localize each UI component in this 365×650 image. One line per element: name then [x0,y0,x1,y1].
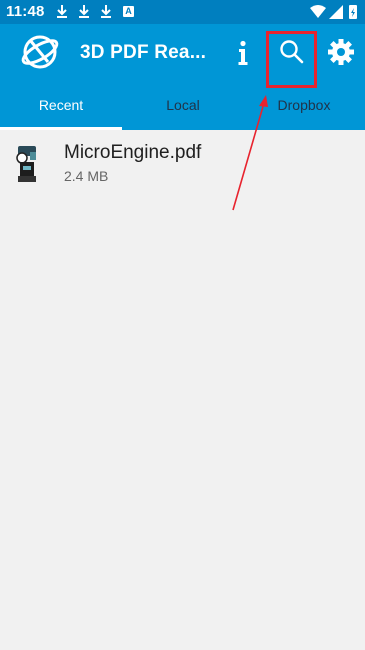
gear-icon[interactable] [327,38,355,66]
info-icon[interactable] [232,40,254,66]
tab-recent[interactable]: Recent [0,82,122,130]
tab-bar: Recent Local Dropbox [0,82,365,130]
signal-icon [329,5,343,19]
wifi-icon [310,5,326,18]
file-thumbnail-icon [16,146,36,182]
file-list-item[interactable]: MicroEngine.pdf 2.4 MB [0,136,365,192]
tab-label: Recent [38,97,84,113]
tab-label: Dropbox [277,97,331,113]
download-icon [57,5,67,18]
status-time: 11:48 [6,3,45,20]
file-name: MicroEngine.pdf [64,142,202,163]
annotation-highlight-box [266,31,317,88]
app-logo-icon [21,35,59,69]
app-title: 3D PDF Rea... [80,42,207,63]
system-status-icons [310,5,357,19]
file-size: 2.4 MB [64,168,109,184]
status-bar: 11:48 A [0,0,365,24]
a-icon: A [123,6,134,17]
tab-active-indicator [0,127,122,130]
download-icon [79,5,89,18]
tab-dropbox[interactable]: Dropbox [243,82,365,130]
download-icon [101,5,111,18]
tab-local[interactable]: Local [122,82,244,130]
tab-label: Local [166,97,200,113]
